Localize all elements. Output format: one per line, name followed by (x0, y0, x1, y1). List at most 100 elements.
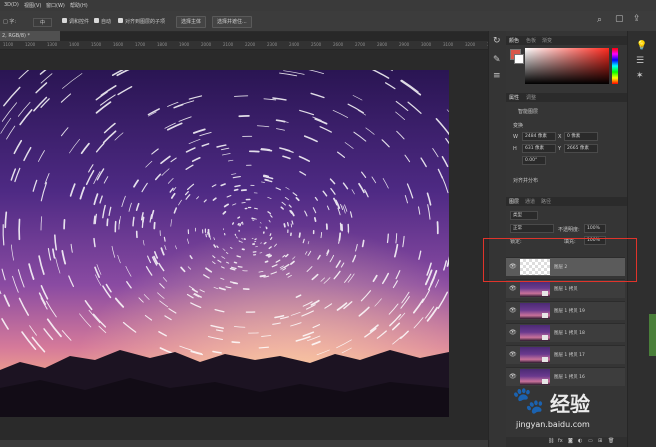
layer-name: 图层 1 拷贝 17 (554, 353, 585, 358)
adjust-icon[interactable]: ≡ (493, 71, 501, 81)
smart-object-icon (542, 357, 548, 362)
width-field[interactable]: 2484 像素 (522, 132, 556, 141)
brush-settings-icon[interactable]: ✎ (493, 55, 501, 65)
menu-help[interactable]: 帮助(H) (70, 2, 88, 9)
star-trail (93, 215, 96, 225)
ruler-tick: 2400 (289, 42, 300, 47)
tab-adjustments[interactable]: 调整 (526, 94, 536, 101)
star-trail (241, 201, 246, 204)
menu-view[interactable]: 视图(V) (24, 2, 41, 9)
history-icon[interactable]: ↻ (493, 36, 501, 46)
star-trail (386, 233, 389, 244)
height-label: H (513, 146, 517, 152)
visibility-eye-icon[interactable]: 👁 (509, 373, 517, 380)
menu-window[interactable]: 窗口(W) (46, 2, 65, 9)
layer-row[interactable]: 👁 图层 1 拷贝 18 (506, 323, 625, 342)
star-trail (267, 254, 272, 258)
star-trail (231, 341, 241, 344)
align-children-label: 对齐到图层的子项 (125, 19, 166, 25)
tab-layers[interactable]: 图层 (509, 198, 519, 205)
height-field[interactable]: 631 像素 (522, 144, 556, 153)
star-trail (106, 218, 109, 227)
layer-name: 图层 1 拷贝 (554, 287, 578, 292)
star-trail (239, 223, 242, 225)
tab-gradients[interactable]: 渐变 (542, 37, 552, 44)
align-children-checkbox[interactable] (118, 18, 123, 23)
adjustment-layer-icon[interactable]: ◐ (578, 438, 582, 444)
show-transform-checkbox[interactable] (94, 18, 99, 23)
star-trail (132, 216, 135, 227)
star-trail (233, 188, 239, 192)
mode-select[interactable]: 中 (33, 18, 53, 27)
mask-icon[interactable]: ◙ (568, 438, 573, 444)
ruler-tick: 3000 (421, 42, 432, 47)
angle-field[interactable]: 0.00° (522, 156, 546, 165)
watermark-url: jingyan.baidu.com (516, 420, 590, 429)
trash-icon[interactable]: 🗑 (608, 438, 614, 444)
ruler-tick: 2600 (333, 42, 344, 47)
properties-panel-tabs: 属性 调整 (506, 93, 627, 102)
layer-row[interactable]: 👁 图层 1 拷贝 17 (506, 345, 625, 364)
horizontal-ruler: 1100 1200 1300 1400 1500 1600 1700 1800 1900 2000… (0, 41, 488, 50)
star-trail (237, 216, 241, 219)
ruler-tick: 2700 (355, 42, 366, 47)
background-color-swatch[interactable] (514, 54, 524, 64)
visibility-eye-icon[interactable]: 👁 (509, 307, 517, 314)
star-trail (163, 236, 166, 242)
visibility-eye-icon[interactable]: 👁 (509, 285, 517, 292)
ruler-tick: 3100 (443, 42, 454, 47)
horizontal-scrollbar[interactable] (0, 440, 488, 447)
ruler-tick: 2500 (311, 42, 322, 47)
auto-select-label: 调和控件 (69, 19, 90, 25)
star-trail (254, 207, 258, 210)
fx-icon[interactable]: fx (558, 438, 563, 444)
document-tab[interactable]: 2, RGB/8) * (0, 31, 60, 41)
tab-properties[interactable]: 属性 (509, 94, 519, 101)
star-trail (205, 233, 207, 238)
blend-mode-select[interactable]: 正常 (510, 224, 554, 233)
visibility-eye-icon[interactable]: 👁 (509, 351, 517, 358)
hue-slider[interactable] (612, 48, 618, 84)
color-picker-field[interactable] (525, 48, 609, 84)
star-trail (361, 239, 365, 248)
star-trail-photo[interactable] (0, 70, 449, 417)
side-green-tab[interactable] (649, 314, 656, 356)
star-trail (260, 242, 262, 244)
layer-filter-select[interactable]: 类型 (510, 211, 538, 220)
new-layer-icon[interactable]: ⊞ (598, 438, 602, 444)
y-field[interactable]: 2665 像素 (564, 144, 598, 153)
tab-channels[interactable]: 通道 (525, 198, 535, 205)
share-icon[interactable]: ⇪ (633, 14, 641, 24)
workspace-icon[interactable]: ▢ (615, 14, 624, 24)
link-icon[interactable]: ⛓ (548, 438, 554, 444)
tab-color[interactable]: 颜色 (509, 37, 519, 44)
smart-object-icon (542, 313, 548, 318)
lightbulb-icon[interactable]: 💡 (636, 41, 647, 51)
layers-panel-tabs: 图层 通道 路径 (506, 197, 627, 206)
select-subject-button[interactable]: 选择主体 (176, 16, 207, 28)
star-trail (93, 237, 96, 248)
show-transform-label: 自动 (101, 19, 112, 25)
ruler-tick: 1500 (91, 42, 102, 47)
visibility-eye-icon[interactable]: 👁 (509, 329, 517, 336)
select-and-mask-button[interactable]: 选择并遮住... (212, 16, 252, 28)
opacity-field[interactable]: 100% (584, 224, 606, 233)
layer-row[interactable]: 👁 图层 1 拷贝 16 (506, 367, 625, 386)
menu-3d[interactable]: 3D(D) (4, 2, 19, 8)
color-panel-tabs: 颜色 色板 渐变 (506, 36, 627, 45)
ruler-tick: 1900 (179, 42, 190, 47)
sliders-icon[interactable]: ☰ (636, 56, 644, 66)
auto-select-checkbox[interactable] (62, 18, 67, 23)
tab-paths[interactable]: 路径 (541, 198, 551, 205)
magic-icon[interactable]: ✶ (636, 71, 644, 81)
search-icon[interactable]: ⌕ (597, 15, 602, 25)
x-field[interactable]: 0 像素 (564, 132, 598, 141)
tab-swatches[interactable]: 色板 (526, 37, 536, 44)
group-icon[interactable]: ▭ (588, 438, 593, 444)
ruler-tick: 3200 (465, 42, 476, 47)
star-trail (233, 261, 238, 264)
star-trail (266, 253, 271, 257)
star-trail (258, 346, 270, 349)
layer-row[interactable]: 👁 图层 1 拷贝 19 (506, 301, 625, 320)
transform-section-label: 变换 (513, 123, 524, 129)
